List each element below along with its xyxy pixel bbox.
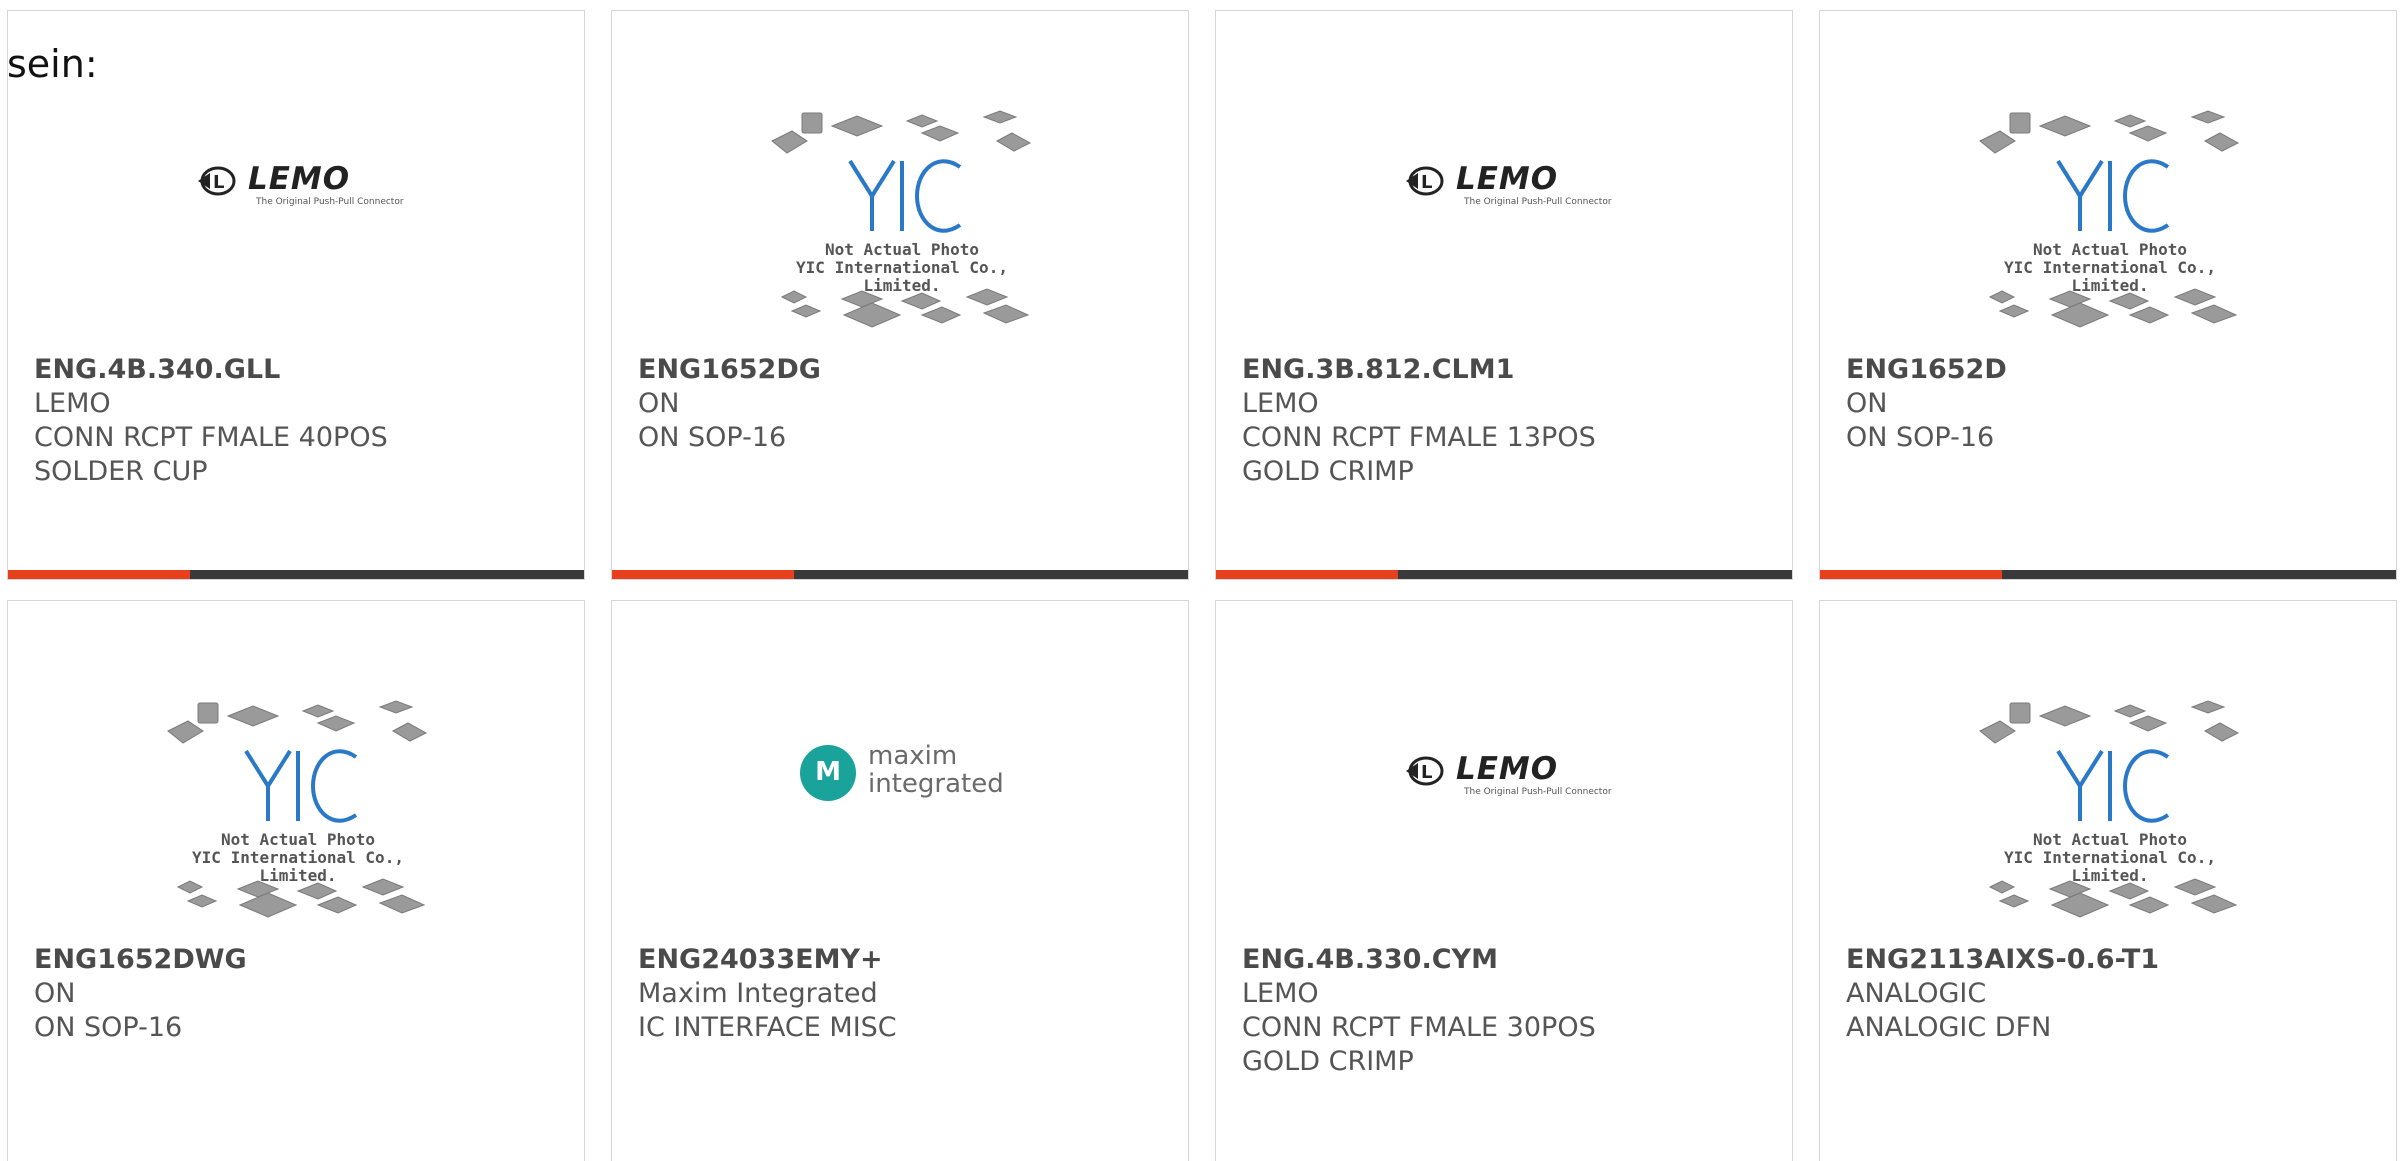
svg-text:L: L bbox=[213, 172, 224, 193]
product-card[interactable]: M maxim integrated ENG24033EMY+ Maxim In… bbox=[611, 600, 1189, 1161]
product-card[interactable]: Not Actual Photo YIC International Co., … bbox=[7, 600, 585, 1161]
manufacturer: ON bbox=[638, 388, 680, 419]
manufacturer: ON bbox=[34, 978, 76, 1009]
product-info: ENG1652DWG ON ON SOP-16 bbox=[34, 943, 564, 1045]
manufacturer: ON bbox=[1846, 388, 1888, 419]
part-number-link[interactable]: ENG2113AIXS-0.6-T1 bbox=[1846, 943, 2376, 977]
part-number-link[interactable]: ENG1652DWG bbox=[34, 943, 564, 977]
product-image[interactable]: Not Actual Photo YIC International Co., … bbox=[8, 601, 584, 931]
yic-placeholder-icon: Not Actual Photo YIC International Co., … bbox=[1970, 101, 2250, 341]
product-card[interactable]: Not Actual Photo YIC International Co., … bbox=[1819, 10, 2397, 580]
description: IC INTERFACE MISC bbox=[638, 1012, 897, 1043]
card-bottom-bar bbox=[1216, 570, 1792, 579]
product-card[interactable]: L LEMO The Original Push-Pull Connector … bbox=[1215, 600, 1793, 1161]
product-image[interactable]: L LEMO The Original Push-Pull Connector bbox=[1216, 11, 1792, 341]
product-info: ENG24033EMY+ Maxim Integrated IC INTERFA… bbox=[638, 943, 1168, 1045]
manufacturer: Maxim Integrated bbox=[638, 978, 878, 1009]
part-number-link[interactable]: ENG.4B.340.GLL bbox=[34, 353, 564, 387]
product-info: ENG1652DG ON ON SOP-16 bbox=[638, 353, 1168, 455]
part-number-link[interactable]: ENG24033EMY+ bbox=[638, 943, 1168, 977]
svg-text:L: L bbox=[1421, 762, 1432, 783]
manufacturer: LEMO bbox=[34, 388, 111, 419]
product-image[interactable]: Not Actual Photo YIC International Co., … bbox=[612, 11, 1188, 341]
product-card[interactable]: Not Actual Photo YIC International Co., … bbox=[611, 10, 1189, 580]
description: ON SOP-16 bbox=[638, 422, 787, 453]
product-info: ENG2113AIXS-0.6-T1 ANALOGIC ANALOGIC DFN bbox=[1846, 943, 2376, 1045]
card-bottom-accent bbox=[612, 570, 794, 579]
product-grid-page: L LEMO The Original Push-Pull Connector … bbox=[0, 0, 2400, 1161]
product-info: ENG.4B.340.GLL LEMO CONN RCPT FMALE 40PO… bbox=[34, 353, 564, 489]
product-image[interactable]: L LEMO The Original Push-Pull Connector bbox=[1216, 601, 1792, 931]
product-card[interactable]: L LEMO The Original Push-Pull Connector … bbox=[7, 10, 585, 580]
description: ON SOP-16 bbox=[1846, 422, 1995, 453]
description: CONN RCPT FMALE 13POS GOLD CRIMP bbox=[1242, 422, 1596, 487]
yic-placeholder-icon: Not Actual Photo YIC International Co., … bbox=[762, 101, 1042, 341]
card-bottom-accent bbox=[1820, 570, 2002, 579]
part-number-link[interactable]: ENG1652DG bbox=[638, 353, 1168, 387]
manufacturer: LEMO bbox=[1242, 388, 1319, 419]
card-bottom-bar bbox=[1820, 570, 2396, 579]
part-number-link[interactable]: ENG.4B.330.CYM bbox=[1242, 943, 1772, 977]
card-bottom-bar bbox=[8, 570, 584, 579]
product-info: ENG1652D ON ON SOP-16 bbox=[1846, 353, 2376, 455]
manufacturer: LEMO bbox=[1242, 978, 1319, 1009]
part-number-link[interactable]: ENG.3B.812.CLM1 bbox=[1242, 353, 1772, 387]
product-info: ENG.4B.330.CYM LEMO CONN RCPT FMALE 30PO… bbox=[1242, 943, 1772, 1079]
header-text-fragment: sein: bbox=[7, 42, 98, 86]
lemo-logo-icon: L LEMO The Original Push-Pull Connector bbox=[196, 161, 406, 211]
product-image[interactable]: Not Actual Photo YIC International Co., … bbox=[1820, 11, 2396, 341]
description: ANALOGIC DFN bbox=[1846, 1012, 2052, 1043]
product-image[interactable]: Not Actual Photo YIC International Co., … bbox=[1820, 601, 2396, 931]
lemo-logo-icon: L LEMO The Original Push-Pull Connector bbox=[1404, 751, 1614, 801]
manufacturer: ANALOGIC bbox=[1846, 978, 1987, 1009]
description: CONN RCPT FMALE 40POS SOLDER CUP bbox=[34, 422, 388, 487]
card-bottom-bar bbox=[612, 570, 1188, 579]
card-bottom-accent bbox=[8, 570, 190, 579]
yic-placeholder-icon: Not Actual Photo YIC International Co., … bbox=[158, 691, 438, 931]
product-card[interactable]: Not Actual Photo YIC International Co., … bbox=[1819, 600, 2397, 1161]
card-bottom-accent bbox=[1216, 570, 1398, 579]
maxim-logo-icon: M maxim integrated bbox=[800, 741, 1020, 811]
product-card[interactable]: L LEMO The Original Push-Pull Connector … bbox=[1215, 10, 1793, 580]
yic-placeholder-icon: Not Actual Photo YIC International Co., … bbox=[1970, 691, 2250, 931]
product-image[interactable]: M maxim integrated bbox=[612, 601, 1188, 931]
lemo-logo-icon: L LEMO The Original Push-Pull Connector bbox=[1404, 161, 1614, 211]
svg-text:L: L bbox=[1421, 172, 1432, 193]
description: ON SOP-16 bbox=[34, 1012, 183, 1043]
description: CONN RCPT FMALE 30POS GOLD CRIMP bbox=[1242, 1012, 1596, 1077]
part-number-link[interactable]: ENG1652D bbox=[1846, 353, 2376, 387]
product-info: ENG.3B.812.CLM1 LEMO CONN RCPT FMALE 13P… bbox=[1242, 353, 1772, 489]
